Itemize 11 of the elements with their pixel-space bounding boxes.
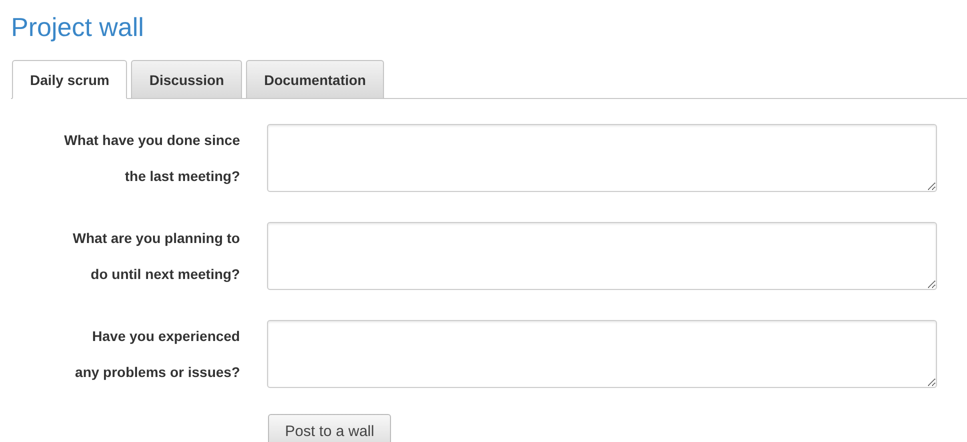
tab[interactable]: Documentation xyxy=(246,60,384,99)
tab[interactable]: Daily scrum xyxy=(12,60,128,99)
answer-field[interactable] xyxy=(267,320,937,388)
question-label: What have you done since the last meeting? xyxy=(63,131,240,186)
question-label: Have you experienced any problems or issues? xyxy=(74,327,240,382)
tab[interactable]: Discussion xyxy=(131,60,242,99)
question-label: What are you planning to do until next meeting? xyxy=(72,229,240,284)
post-button[interactable]: Post to a wall xyxy=(268,414,392,442)
answer-field[interactable] xyxy=(267,222,937,290)
answer-field[interactable] xyxy=(267,124,937,192)
page-title: Project wall xyxy=(11,11,145,44)
